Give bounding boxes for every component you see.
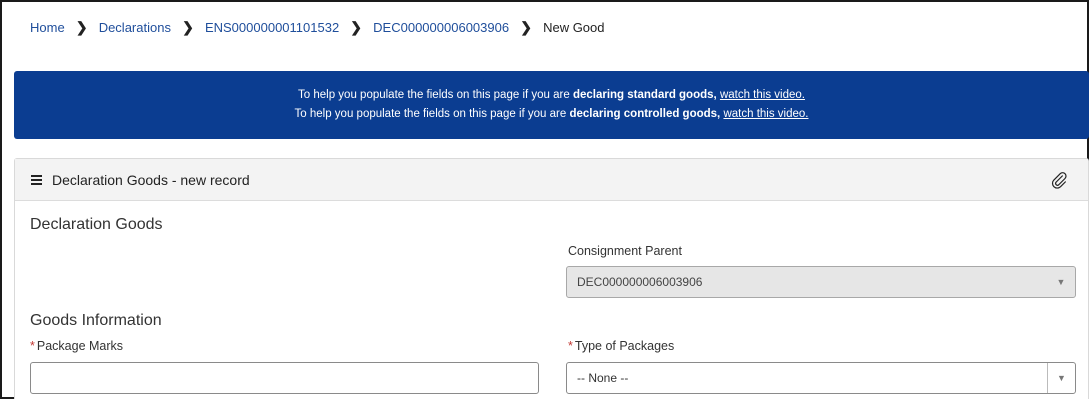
banner-bold-text: declaring controlled goods, (569, 108, 721, 120)
chevron-right-icon: ❯ (182, 18, 194, 35)
type-of-packages-label: * Type of Packages (568, 339, 674, 353)
watch-video-link-standard[interactable]: watch this video. (720, 89, 805, 101)
type-of-packages-select[interactable]: -- None -- ▼ (566, 362, 1076, 394)
breadcrumb: Home ❯ Declarations ❯ ENS000000001101532… (30, 18, 605, 36)
window-frame: Home ❯ Declarations ❯ ENS000000001101532… (0, 0, 1089, 399)
section-title-declaration-goods: Declaration Goods (30, 216, 163, 233)
banner-bold-text: declaring standard goods, (572, 89, 717, 101)
watch-video-link-controlled[interactable]: watch this video. (723, 108, 808, 120)
package-marks-label: * Package Marks (30, 339, 123, 353)
paperclip-icon[interactable] (1050, 171, 1068, 189)
chevron-down-icon[interactable]: ▼ (1047, 363, 1075, 393)
section-title-goods-information: Goods Information (30, 312, 162, 329)
breadcrumb-dec[interactable]: DEC000000006003906 (373, 20, 509, 35)
declaration-goods-panel: Declaration Goods - new record Declarati… (14, 158, 1089, 399)
chevron-right-icon: ❯ (520, 18, 532, 35)
required-indicator: * (568, 339, 573, 353)
breadcrumb-home[interactable]: Home (30, 20, 65, 35)
panel-title: Declaration Goods - new record (52, 171, 250, 188)
breadcrumb-declarations[interactable]: Declarations (99, 20, 171, 35)
consignment-parent-field: DEC000000006003906 ▼ (566, 266, 1076, 298)
banner-line-controlled: To help you populate the fields on this … (295, 105, 809, 124)
chevron-right-icon: ❯ (75, 18, 88, 35)
consignment-parent-value: DEC000000006003906 (577, 275, 703, 289)
banner-text: To help you populate the fields on this … (298, 89, 573, 101)
panel-header: Declaration Goods - new record (15, 159, 1088, 201)
required-indicator: * (30, 339, 35, 353)
help-banner: To help you populate the fields on this … (14, 71, 1089, 139)
chevron-down-icon: ▼ (1056, 277, 1066, 287)
breadcrumb-ens[interactable]: ENS000000001101532 (205, 20, 339, 35)
type-of-packages-label-text: Type of Packages (574, 339, 675, 353)
hamburger-menu-icon[interactable] (31, 174, 42, 185)
chevron-right-icon: ❯ (350, 18, 363, 35)
banner-line-standard: To help you populate the fields on this … (298, 86, 805, 105)
type-of-packages-value: -- None -- (577, 371, 629, 385)
package-marks-input[interactable] (30, 362, 539, 394)
consignment-parent-label: Consignment Parent (568, 244, 682, 258)
package-marks-label-text: Package Marks (36, 339, 124, 353)
breadcrumb-current: New Good (543, 19, 605, 35)
banner-text: To help you populate the fields on this … (294, 108, 570, 120)
